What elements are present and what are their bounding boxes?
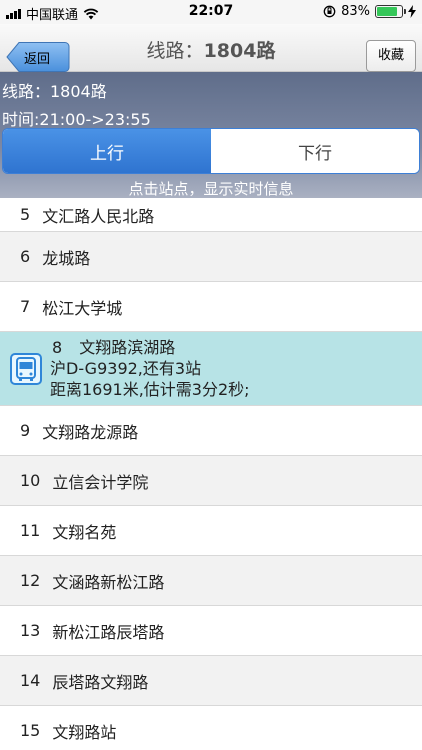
stop-number: 11	[20, 521, 41, 540]
page-title-route: 1804路	[203, 40, 276, 62]
bus-plate-info: 沪D-G9392,还有3站	[50, 359, 202, 378]
list-item[interactable]: 5 文汇路人民北路	[0, 198, 422, 232]
stop-name: 文翔路站	[52, 722, 117, 742]
charging-bolt-icon	[408, 5, 416, 18]
page-title: 线路：1804路	[100, 36, 322, 63]
stop-number: 10	[20, 471, 41, 490]
stop-name: 龙城路	[42, 248, 91, 268]
stop-number: 8	[52, 338, 63, 357]
list-item-bus-arrival[interactable]: 8 文翔路滨湖路 沪D-G9392,还有3站 距离1691米,估计需3分2秒;	[0, 332, 422, 406]
stop-name: 文涵路新松江路	[52, 572, 165, 592]
tap-stop-hint: 点击站点，显示实时信息	[128, 180, 294, 198]
list-item[interactable]: 10 立信会计学院	[0, 456, 422, 506]
list-item[interactable]: 15 文翔路站	[0, 706, 422, 750]
page-title-prefix: 线路：	[146, 40, 204, 62]
stop-name: 辰塔路文翔路	[52, 672, 149, 692]
back-button-label: 返回	[24, 52, 51, 67]
stop-name: 文翔路龙源路	[42, 422, 139, 442]
bus-stop-row: 8 文翔路滨湖路	[50, 337, 250, 358]
stop-number: 5	[20, 205, 31, 224]
bus-icon	[10, 353, 42, 385]
stop-name: 文翔路滨湖路	[79, 338, 176, 357]
stop-list: 5 文汇路人民北路 6 龙城路 7 松江大学城 8 文翔路滨湖路 沪D-G939…	[0, 198, 422, 750]
list-item[interactable]: 12 文涵路新松江路	[0, 556, 422, 606]
stop-number: 14	[20, 671, 41, 690]
status-right: 83%	[323, 4, 416, 19]
stop-number: 7	[20, 297, 31, 316]
battery-fill	[377, 7, 397, 16]
stop-number: 9	[20, 421, 31, 440]
list-item[interactable]: 11 文翔名苑	[0, 506, 422, 556]
list-item[interactable]: 6 龙城路	[0, 232, 422, 282]
stop-name: 文翔名苑	[52, 522, 117, 542]
list-item[interactable]: 7 松江大学城	[0, 282, 422, 332]
bus-distance-info: 距离1691米,估计需3分2秒;	[50, 380, 250, 399]
stop-number: 15	[20, 721, 41, 740]
list-item[interactable]: 9 文翔路龙源路	[0, 406, 422, 456]
bus-arrival-info: 8 文翔路滨湖路 沪D-G9392,还有3站 距离1691米,估计需3分2秒;	[50, 337, 250, 400]
list-item[interactable]: 14 辰塔路文翔路	[0, 656, 422, 706]
battery-percent: 83%	[341, 4, 370, 19]
back-button[interactable]: 返回	[6, 41, 70, 73]
favorite-button[interactable]: 收藏	[366, 40, 416, 72]
list-item[interactable]: 13 新松江路辰塔路	[0, 606, 422, 656]
stop-name: 松江大学城	[42, 298, 123, 318]
nav-bar: 返回 线路：1804路 收藏	[0, 24, 422, 72]
stop-number: 6	[20, 247, 31, 266]
tab-upbound[interactable]: 上行	[3, 129, 211, 173]
stop-name: 新松江路辰塔路	[52, 622, 165, 642]
stop-name: 立信会计学院	[52, 472, 149, 492]
route-info-panel: 线路：1804路 时间:21:00->23:55 上行 下行 点击站点，显示实时…	[0, 72, 422, 198]
stop-number: 12	[20, 571, 41, 590]
orientation-lock-icon	[323, 5, 336, 18]
route-line-text: 线路：1804路	[2, 82, 107, 101]
stop-number: 13	[20, 621, 41, 640]
stop-name: 文汇路人民北路	[42, 206, 155, 226]
direction-segmented-control: 上行 下行	[2, 128, 420, 174]
service-time-text: 时间:21:00->23:55	[2, 110, 151, 129]
tab-downbound[interactable]: 下行	[211, 129, 419, 173]
status-bar: 中国联通 22:07 83%	[0, 0, 422, 24]
battery-icon	[375, 5, 406, 18]
